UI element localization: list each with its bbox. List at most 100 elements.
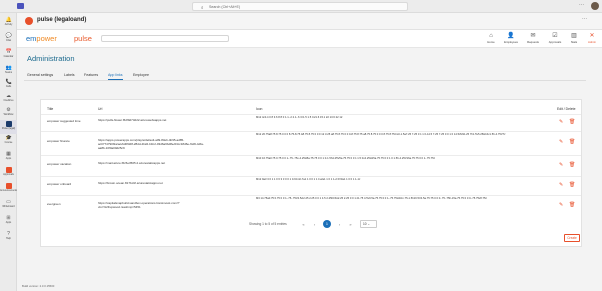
- nav-admin-button[interactable]: ✕ Admin: [582, 32, 602, 47]
- pager-first-button[interactable]: «: [300, 221, 307, 228]
- tab-labels[interactable]: Labels: [64, 70, 75, 80]
- row-title: empower vacation: [47, 162, 72, 166]
- app-header: pulse (legaloand) ···: [17, 13, 602, 30]
- rail-item-label: Teams: [4, 71, 13, 74]
- pager-prev-button[interactable]: ‹: [311, 221, 318, 228]
- nav-employees-button[interactable]: 👤 Employees: [501, 32, 521, 47]
- delete-icon[interactable]: 🗑: [569, 140, 575, 145]
- rail-item-apps[interactable]: ⊞ Apps: [0, 214, 17, 228]
- pager-summary: Showing 1 to 5 of 5 entries: [249, 222, 287, 226]
- delete-icon[interactable]: 🗑: [569, 203, 575, 208]
- nav-approvals-button[interactable]: ☑ Approvals: [545, 32, 565, 47]
- table-row: empower finance https://apps.powerapps.co…: [41, 131, 581, 155]
- tab-general-settings[interactable]: General settings: [27, 70, 53, 80]
- nav-stats-button[interactable]: ▥ Stats: [564, 32, 584, 47]
- rail-item-label: Workflow: [3, 113, 14, 116]
- nav-label: Employees: [504, 40, 518, 44]
- edit-icon[interactable]: ✎: [559, 162, 564, 168]
- rail-item-chat[interactable]: 💬 Chat: [0, 32, 17, 46]
- nav-label: Requests: [527, 40, 539, 44]
- rail-item-label: Approvals: [3, 173, 14, 176]
- edit-icon[interactable]: ✎: [559, 203, 564, 208]
- rail-item-pulse-legal[interactable]: Pulse (legal): [0, 120, 17, 134]
- row-title: empower onboard: [47, 182, 72, 186]
- rail-item-onedrive[interactable]: ☁ OneDrive: [0, 92, 17, 106]
- nav-label: Home: [487, 40, 495, 44]
- row-title: evergreen: [47, 203, 61, 206]
- rail-item-label: Calendar: [3, 55, 14, 58]
- create-button[interactable]: Create: [564, 234, 580, 242]
- edit-icon[interactable]: ✎: [559, 140, 564, 145]
- brand-bar: empower pulse ⌂ Home 👤 Employees ✉ Requests ☑ A…: [17, 30, 602, 48]
- rail-item-announcements[interactable]: Announcements: [0, 182, 17, 196]
- nav-requests-button[interactable]: ✉ Requests: [523, 32, 543, 47]
- row-url[interactable]: https://apps.powerapps.com/play/e/defaul…: [98, 139, 208, 150]
- rail-item-label: Calls: [5, 85, 12, 88]
- column-header-icon: Icon: [256, 107, 263, 111]
- rail-item-apps[interactable]: ▦ Apps: [0, 150, 17, 164]
- column-header-title: Title: [47, 107, 54, 111]
- rail-item-label: Chat: [5, 39, 12, 42]
- row-url[interactable]: https://brown.ocean.817bd1f.azurestatica…: [98, 182, 208, 186]
- rail-item-course[interactable]: 🎓 Course: [0, 134, 17, 148]
- delete-icon[interactable]: 🗑: [569, 162, 575, 168]
- table-row: empower suggested time https://pulls-flow…: [41, 114, 581, 131]
- employees-icon: 👤: [507, 33, 515, 39]
- page-size-select[interactable]: 10 ⌄: [360, 220, 377, 228]
- rail-item-label: Course: [4, 141, 13, 144]
- global-search-box[interactable]: ⌕ Search (Ctrl+Alt+E): [192, 2, 408, 11]
- rail-item-workflow[interactable]: ⚙ Workflow: [0, 106, 17, 120]
- row-url[interactable]: https://pulls-flower.f62f9d73d22.azurewe…: [98, 119, 208, 123]
- nav-label: Admin: [588, 40, 596, 44]
- row-title: empower finance: [47, 140, 70, 143]
- requests-icon: ✉: [530, 33, 536, 39]
- app-rail: 🔔 Activity 💬 Chat 📅 Calendar 👥 Teams 📞 Calls ☁ OneD…: [0, 13, 17, 291]
- page-title: Administration: [27, 54, 75, 63]
- rail-item-calls[interactable]: 📞 Calls: [0, 78, 17, 92]
- app-more-icon[interactable]: ···: [582, 16, 587, 22]
- home-icon: ⌂: [489, 33, 493, 39]
- row-url[interactable]: https://mail.azure.f6c5e3505.2.azurestat…: [98, 162, 208, 166]
- pager-current-page[interactable]: 1: [323, 220, 331, 228]
- nav-label: Stats: [570, 40, 578, 44]
- nav-home-button[interactable]: ⌂ Home: [481, 32, 501, 47]
- row-url[interactable]: https://capitalsnapbuild.sandbox.operati…: [98, 202, 208, 210]
- search-icon: ⌕: [201, 4, 204, 10]
- rail-item-teams[interactable]: 👥 Teams: [0, 64, 17, 78]
- edit-icon[interactable]: ✎: [559, 119, 564, 125]
- pager-last-button[interactable]: »: [347, 221, 354, 228]
- chevron-down-icon: ⌄: [367, 222, 371, 226]
- tab-app-links[interactable]: App links: [108, 70, 123, 80]
- rail-item-calendar[interactable]: 📅 Calendar: [0, 48, 17, 62]
- delete-icon[interactable]: 🗑: [569, 182, 575, 188]
- row-icon-path: M12 4c4.4 0 8 3.6 8 8 0 1.1-.2 2.1-.6 3 …: [256, 116, 343, 119]
- approvals-icon: ☑: [552, 33, 558, 39]
- global-search-placeholder: Search (Ctrl+Alt+E): [209, 5, 241, 9]
- pager-next-button[interactable]: ›: [336, 221, 343, 228]
- empower-logo: empower: [26, 34, 57, 43]
- column-header-edit-delete: Edit / Delete: [557, 107, 576, 111]
- delete-icon[interactable]: 🗑: [569, 119, 575, 125]
- rail-item-label: Apps: [5, 157, 12, 160]
- app-title: pulse (legaloand): [37, 17, 87, 23]
- window-titlebar: ⌕ Search (Ctrl+Alt+E) ···: [0, 0, 602, 13]
- tab-features[interactable]: Features: [84, 70, 98, 80]
- table-row: empower vacation https://mail.azure.f6c5e…: [41, 155, 581, 176]
- rail-item-help[interactable]: ? Help: [0, 230, 17, 244]
- table-row: empower onboard https://brown.ocean.817bd…: [41, 176, 581, 195]
- tab-divider: [24, 80, 586, 81]
- rail-item-label: Activity: [4, 23, 13, 26]
- rail-item-whiteboard[interactable]: ▭ Whiteboard: [0, 198, 17, 212]
- rail-item-label: Whiteboard: [2, 205, 15, 208]
- brand-search-input[interactable]: [101, 35, 229, 42]
- window-more-icon[interactable]: ···: [579, 2, 584, 8]
- tab-employee[interactable]: Employee: [133, 70, 149, 80]
- user-avatar[interactable]: [591, 2, 599, 10]
- rail-item-label: Apps: [5, 221, 12, 224]
- stats-icon: ▥: [571, 33, 577, 39]
- rail-item-label: Help: [6, 237, 11, 240]
- rail-item-label: Announcements: [0, 189, 17, 192]
- edit-icon[interactable]: ✎: [559, 182, 564, 188]
- rail-item-activity[interactable]: 🔔 Activity: [0, 16, 17, 30]
- rail-item-approvals[interactable]: Approvals: [0, 166, 17, 180]
